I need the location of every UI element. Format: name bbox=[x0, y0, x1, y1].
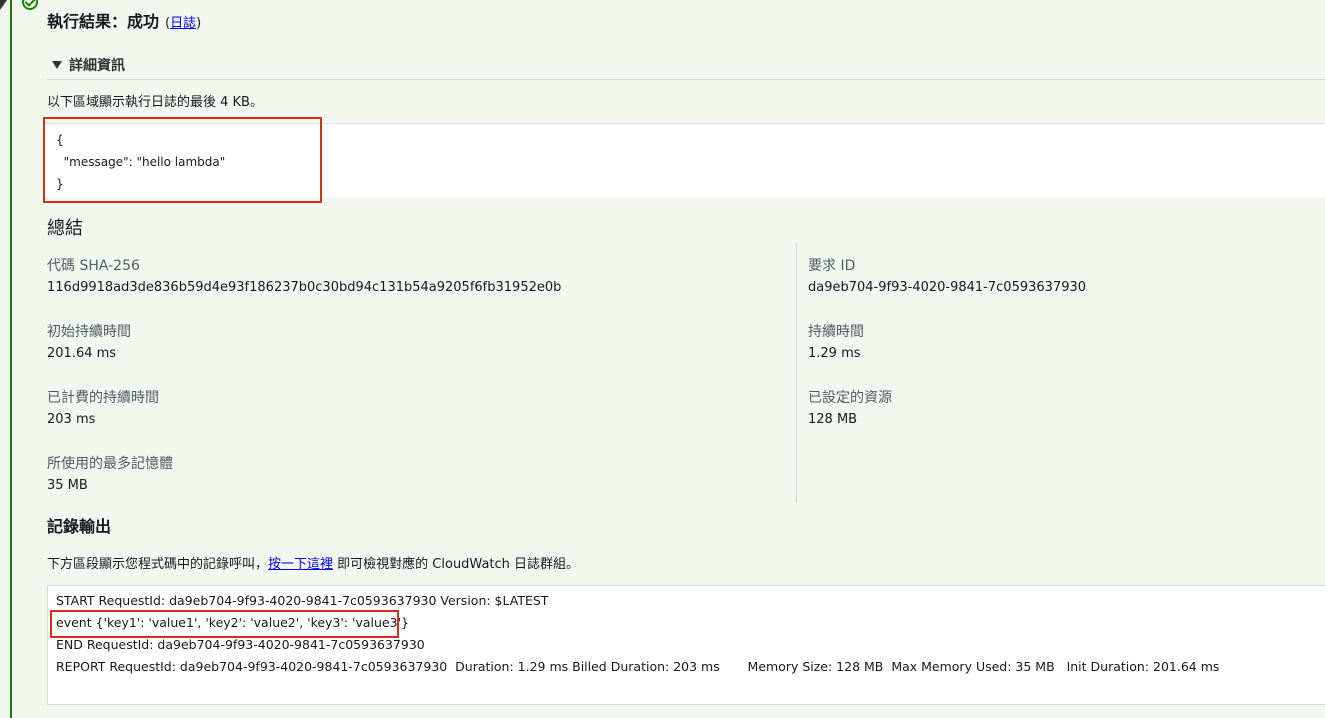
init-duration-label: 初始持續時間 bbox=[47, 324, 131, 340]
configured-resources-label: 已設定的資源 bbox=[808, 390, 892, 406]
billed-duration-label: 已計費的持續時間 bbox=[47, 390, 159, 406]
highlight-box-result bbox=[43, 117, 322, 203]
rail-corner-icon bbox=[0, 0, 7, 10]
result-status-text: 執行結果：成功 bbox=[47, 12, 160, 31]
log-line-start: START RequestId: da9eb704-9f93-4020-9841… bbox=[56, 593, 549, 608]
max-memory-value: 35 MB bbox=[47, 478, 88, 493]
log-link[interactable]: 日誌 bbox=[170, 16, 196, 31]
check-circle-icon bbox=[22, 0, 38, 10]
code-sha256-value: 116d9918ad3de836b59d4e93f186237b0c30bd94… bbox=[47, 280, 562, 295]
billed-duration-value: 203 ms bbox=[47, 412, 96, 427]
duration-value: 1.29 ms bbox=[808, 346, 861, 361]
code-sha256-label: 代碼 SHA-256 bbox=[47, 258, 140, 274]
timeline-rail bbox=[0, 0, 22, 718]
divider bbox=[47, 79, 1325, 80]
cloudwatch-link[interactable]: 按一下這裡 bbox=[268, 557, 333, 572]
timeline-line bbox=[10, 0, 12, 718]
log-output-description: 下方區段顯示您程式碼中的記錄呼叫，按一下這裡 即可檢視對應的 CloudWatc… bbox=[47, 557, 580, 572]
log-line-end: END RequestId: da9eb704-9f93-4020-9841-7… bbox=[56, 637, 425, 652]
init-duration-value: 201.64 ms bbox=[47, 346, 117, 361]
details-description: 以下區域顯示執行日誌的最後 4 KB。 bbox=[47, 95, 263, 110]
configured-resources-value: 128 MB bbox=[808, 412, 858, 427]
execution-result-title: 執行結果：成功 (日誌) bbox=[47, 12, 202, 31]
log-output-title: 記錄輸出 bbox=[47, 517, 112, 536]
request-id-value: da9eb704-9f93-4020-9841-7c0593637930 bbox=[808, 280, 1087, 295]
log-line-report: REPORT RequestId: da9eb704-9f93-4020-984… bbox=[56, 659, 1220, 674]
highlight-box-event bbox=[50, 610, 399, 638]
max-memory-label: 所使用的最多記憶體 bbox=[47, 456, 173, 472]
duration-label: 持續時間 bbox=[808, 324, 864, 340]
details-toggle-label: 詳細資訊 bbox=[69, 58, 125, 74]
caret-down-icon bbox=[52, 61, 62, 69]
request-id-label: 要求 ID bbox=[808, 258, 856, 274]
column-divider bbox=[796, 243, 797, 503]
summary-title: 總結 bbox=[47, 218, 83, 239]
details-toggle[interactable]: 詳細資訊 bbox=[52, 55, 125, 75]
